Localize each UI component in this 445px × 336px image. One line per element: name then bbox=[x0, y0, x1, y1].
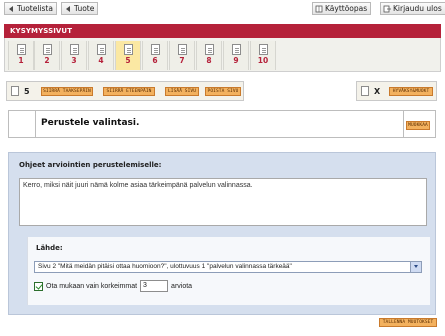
page-tab-2[interactable]: 2 bbox=[34, 41, 60, 70]
limit-suffix: arviota bbox=[171, 282, 193, 290]
back-arrow-icon bbox=[64, 5, 72, 13]
page-icon bbox=[177, 44, 187, 55]
page-icon bbox=[150, 44, 160, 55]
question-title-box: Perustele valintasi. MUOKKAA bbox=[8, 110, 436, 138]
page-tab-3[interactable]: 3 bbox=[61, 41, 87, 70]
close-mark[interactable]: X bbox=[374, 87, 380, 96]
edit-button[interactable]: MUOKKAA bbox=[406, 121, 430, 130]
page-tab-7[interactable]: 7 bbox=[169, 41, 195, 70]
page-number: 2 bbox=[44, 56, 50, 65]
page-icon bbox=[231, 44, 241, 55]
source-label: Lähde: bbox=[36, 244, 63, 252]
page-number: 4 bbox=[98, 56, 104, 65]
approve-button[interactable]: HYVÄKSY&MUOKT bbox=[389, 87, 433, 96]
page-icon bbox=[96, 44, 106, 55]
page-tab-6[interactable]: 6 bbox=[142, 41, 168, 70]
limit-label: Ota mukaan vain korkeimmat bbox=[46, 282, 138, 290]
move-earlier-button[interactable]: SIIRRÄ TAAKSEPÄIN bbox=[41, 87, 93, 96]
page-tab-9[interactable]: 9 bbox=[223, 41, 249, 70]
page-tab-4[interactable]: 4 bbox=[88, 41, 114, 70]
page-number: 5 bbox=[125, 56, 131, 65]
add-page-button[interactable]: LISÄÄ SIVU bbox=[165, 87, 199, 96]
page-tab-10[interactable]: 10 bbox=[250, 41, 276, 70]
user-guide-label: Käyttöopas bbox=[325, 4, 368, 13]
source-section: Lähde: Sivu 2 "Mitä meidän pitäisi ottaa… bbox=[27, 237, 430, 305]
current-page-number: 5 bbox=[24, 87, 30, 96]
logout-icon bbox=[383, 5, 391, 13]
chevron-down-icon[interactable] bbox=[410, 262, 421, 272]
page-number: 6 bbox=[152, 56, 158, 65]
instructions-textarea[interactable]: Kerro, miksi näit juuri nämä kolme asiaa… bbox=[19, 178, 427, 226]
page-tab-8[interactable]: 8 bbox=[196, 41, 222, 70]
page-number: 1 bbox=[18, 56, 24, 65]
question-title: Perustele valintasi. bbox=[41, 118, 140, 128]
settings-panel: Ohjeet arviointien perustelemiselle: Ker… bbox=[8, 152, 436, 315]
user-guide-button[interactable]: Käyttöopas bbox=[312, 2, 372, 15]
page-tabs: 1 2 3 4 5 6 7 8 9 10 bbox=[4, 38, 441, 72]
source-select-value: Sivu 2 "Mitä meidän pitäisi ottaa huomio… bbox=[38, 263, 292, 270]
source-select[interactable]: Sivu 2 "Mitä meidän pitäisi ottaa huomio… bbox=[34, 261, 422, 273]
move-later-button[interactable]: SIIRRÄ ETEENPÄIN bbox=[103, 87, 155, 96]
page-tab-1[interactable]: 1 bbox=[8, 41, 34, 70]
page-icon bbox=[123, 44, 133, 55]
limit-checkbox[interactable] bbox=[34, 281, 43, 291]
page-icon bbox=[69, 44, 79, 55]
limit-row: Ota mukaan vain korkeimmat 3 arviota bbox=[34, 280, 192, 292]
page-number: 9 bbox=[233, 56, 239, 65]
save-changes-button[interactable]: TALLENNA MUUTOKSET bbox=[379, 318, 437, 327]
logout-button[interactable]: Kirjaudu ulos bbox=[380, 2, 445, 15]
limit-input[interactable]: 3 bbox=[140, 280, 169, 292]
page-number: 3 bbox=[71, 56, 77, 65]
back-arrow-icon bbox=[7, 5, 15, 13]
book-icon bbox=[315, 5, 323, 13]
page-tab-5[interactable]: 5 bbox=[115, 41, 141, 70]
product-list-label: Tuotelista bbox=[17, 4, 53, 13]
page-number: 8 bbox=[206, 56, 212, 65]
logout-label: Kirjaudu ulos bbox=[393, 4, 442, 13]
section-header: KYSYMYSSIVUT bbox=[4, 24, 441, 38]
product-label: Tuote bbox=[74, 4, 95, 13]
divider bbox=[35, 111, 36, 137]
product-list-button[interactable]: Tuotelista bbox=[4, 2, 57, 15]
product-button[interactable]: Tuote bbox=[61, 2, 99, 15]
delete-page-button[interactable]: POISTA SIVU bbox=[205, 87, 241, 96]
page-icon bbox=[42, 44, 52, 55]
instructions-label: Ohjeet arviointien perustelemiselle: bbox=[19, 161, 162, 169]
page-icon bbox=[258, 44, 268, 55]
page-actions: X HYVÄKSY&MUOKT bbox=[356, 81, 437, 101]
page-icon bbox=[361, 86, 369, 96]
top-navigation: Tuotelista Tuote Käyttöopas Kirjaudu ulo… bbox=[0, 2, 445, 16]
page-icon bbox=[16, 44, 26, 55]
page-number: 10 bbox=[257, 56, 269, 65]
page-number: 7 bbox=[179, 56, 185, 65]
page-icon bbox=[11, 86, 19, 96]
page-icon bbox=[204, 44, 214, 55]
page-controls: 5 SIIRRÄ TAAKSEPÄIN SIIRRÄ ETEENPÄIN LIS… bbox=[6, 81, 244, 101]
divider bbox=[403, 111, 404, 137]
